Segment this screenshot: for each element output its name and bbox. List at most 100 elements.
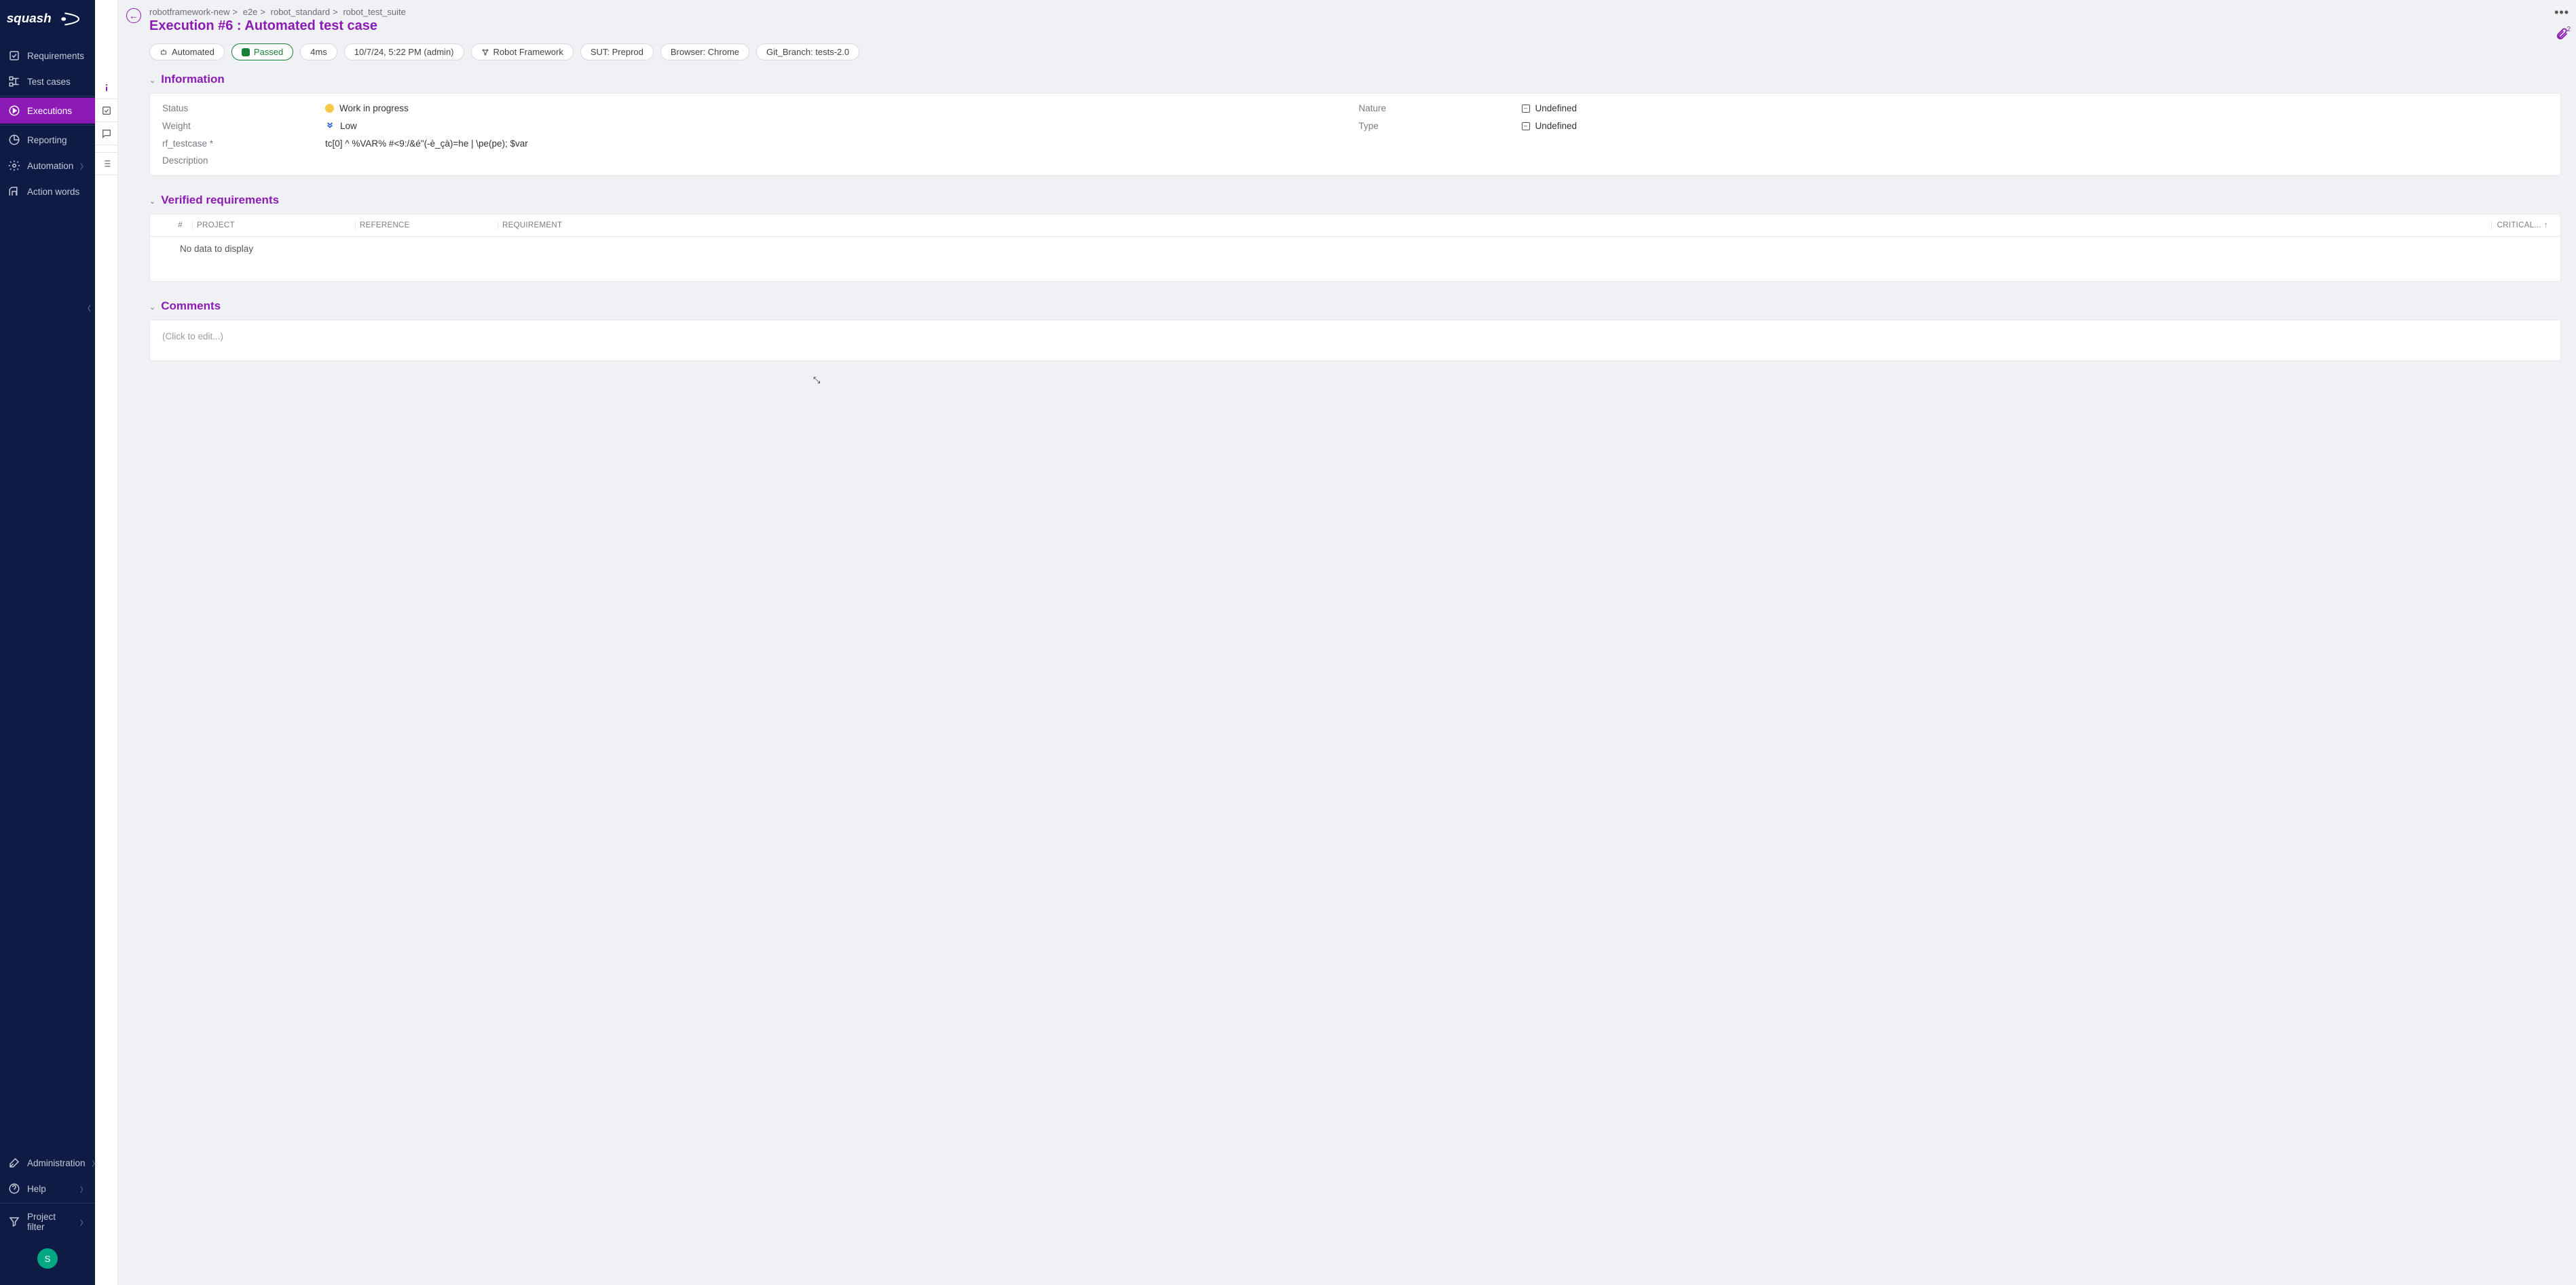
sidebar-item-label: Requirements [27,51,84,61]
action-words-icon [8,185,20,198]
info-label-type: Type [1359,121,1515,131]
chip-timestamp: 10/7/24, 5:22 PM (admin) [344,43,464,60]
chip-automated: Automated [149,43,225,60]
col-reference[interactable]: REFERENCE [355,221,498,229]
more-menu-button[interactable]: ••• [2554,5,2569,20]
cursor-icon: ⤡ [813,375,820,386]
section-toggle-information[interactable]: ⌄ Information [149,73,2561,86]
tab-comments[interactable] [95,122,118,145]
info-label-weight: Weight [162,121,318,131]
chip-label: 10/7/24, 5:22 PM (admin) [354,47,454,57]
col-project[interactable]: PROJECT [192,221,355,229]
information-panel: Status Work in progress Nature – Undefin… [149,93,2561,176]
automation-icon [8,160,20,172]
info-value-weight[interactable]: Low [325,120,1352,132]
col-num[interactable]: # [158,221,192,229]
comments-panel: (Click to edit...) [149,320,2561,361]
chip-duration: 4ms [300,43,337,60]
chevron-right-icon: 〉 [80,1217,87,1227]
robot-icon [160,48,168,56]
chip-label: Browser: Chrome [671,47,739,57]
breadcrumb[interactable]: robotframework-new> e2e> robot_standard>… [149,7,406,17]
requirements-table-header: # PROJECT REFERENCE REQUIREMENT CRITICAL… [150,215,2560,237]
chip-browser: Browser: Chrome [660,43,749,60]
chip-label: Git_Branch: tests-2.0 [766,47,849,57]
sidebar-item-action-words[interactable]: Action words [0,179,95,204]
sidebar-item-test-cases[interactable]: Test cases [0,69,95,94]
info-label-description: Description [162,155,318,166]
sidebar-item-reporting[interactable]: Reporting [0,127,95,153]
sidebar: squash Requirements Test cases [0,0,95,1285]
detail-tab-rail [95,0,118,1285]
chip-label: Passed [254,47,283,57]
reporting-icon [8,134,20,146]
info-value-description[interactable] [325,155,2548,166]
chip-sut: SUT: Preprod [580,43,654,60]
sidebar-item-administration[interactable]: Administration 〉 [0,1150,95,1176]
breadcrumb-item[interactable]: robotframework-new [149,7,230,17]
info-value-nature[interactable]: – Undefined [1522,103,2549,113]
tab-information[interactable] [95,76,118,99]
test-cases-icon [8,75,20,88]
sidebar-item-label: Administration [27,1158,86,1168]
filter-icon [8,1216,20,1228]
sidebar-item-label: Reporting [27,135,67,145]
avatar[interactable]: S [37,1248,58,1269]
chevron-down-icon: ⌄ [149,303,155,312]
attachments-button[interactable]: 2 [2555,26,2569,43]
requirements-empty-message: No data to display [150,237,2560,281]
requirements-icon [8,50,20,62]
info-value-type[interactable]: – Undefined [1522,121,2549,131]
undefined-icon: – [1522,105,1530,113]
info-value-rf-testcase[interactable]: tc[0] ^ %VAR% #<9:/&é"(-è_çà)=he | \pe(p… [325,138,2548,149]
back-button[interactable]: ← [126,8,141,23]
collapse-sidebar-button[interactable]: 〈 [83,303,91,314]
sidebar-item-executions[interactable]: Executions [0,98,95,124]
sidebar-item-label: Executions [27,106,72,116]
breadcrumb-item[interactable]: robot_test_suite [343,7,406,17]
administration-icon [8,1157,20,1169]
status-square-icon [242,48,250,56]
chevron-down-icon: ⌄ [149,76,155,85]
tab-steps[interactable] [95,99,118,122]
attachments-count: 2 [2566,26,2571,33]
info-label-nature: Nature [1359,103,1515,113]
chip-label: Automated [172,47,214,57]
chip-label: SUT: Preprod [591,47,643,57]
framework-icon [481,48,489,56]
chevron-right-icon: 〉 [92,1158,99,1168]
section-toggle-verified-requirements[interactable]: ⌄ Verified requirements [149,193,2561,207]
logo: squash [0,0,95,43]
executions-icon [8,105,20,117]
breadcrumb-item[interactable]: e2e [243,7,258,17]
sidebar-item-automation[interactable]: Automation 〉 [0,153,95,179]
verified-requirements-panel: # PROJECT REFERENCE REQUIREMENT CRITICAL… [149,214,2561,282]
page-title: Execution #6 : Automated test case [149,18,406,34]
sidebar-item-label: Action words [27,187,79,197]
info-label-status: Status [162,103,318,113]
chip-row: Automated Passed 4ms 10/7/24, 5:22 PM (a… [118,34,2576,60]
sidebar-item-project-filter[interactable]: Project filter 〉 [0,1205,95,1239]
section-toggle-comments[interactable]: ⌄ Comments [149,299,2561,313]
col-requirement[interactable]: REQUIREMENT [498,221,2491,229]
chip-label: Robot Framework [493,47,563,57]
col-criticality[interactable]: CRITICAL... ↑ [2491,221,2552,229]
chevron-down-icon: ⌄ [149,197,155,206]
help-icon [8,1182,20,1195]
sidebar-item-help[interactable]: Help 〉 [0,1176,95,1202]
tab-list[interactable] [95,152,118,175]
sidebar-item-label: Test cases [27,77,71,87]
section-title: Verified requirements [161,193,279,207]
undefined-icon: – [1522,122,1530,130]
info-value-status[interactable]: Work in progress [325,103,1352,113]
breadcrumb-item[interactable]: robot_standard [271,7,330,17]
comments-editor[interactable]: (Click to edit...) [162,331,2548,341]
chip-status: Passed [231,43,293,60]
sidebar-item-requirements[interactable]: Requirements [0,43,95,69]
chip-branch: Git_Branch: tests-2.0 [756,43,859,60]
sort-asc-icon: ↑ [2544,221,2548,229]
section-title: Comments [161,299,221,313]
sidebar-item-label: Project filter [27,1212,73,1232]
chip-label: 4ms [310,47,327,57]
main-content: ••• 2 ← robotframework-new> e2e> robot_s… [118,0,2576,1285]
